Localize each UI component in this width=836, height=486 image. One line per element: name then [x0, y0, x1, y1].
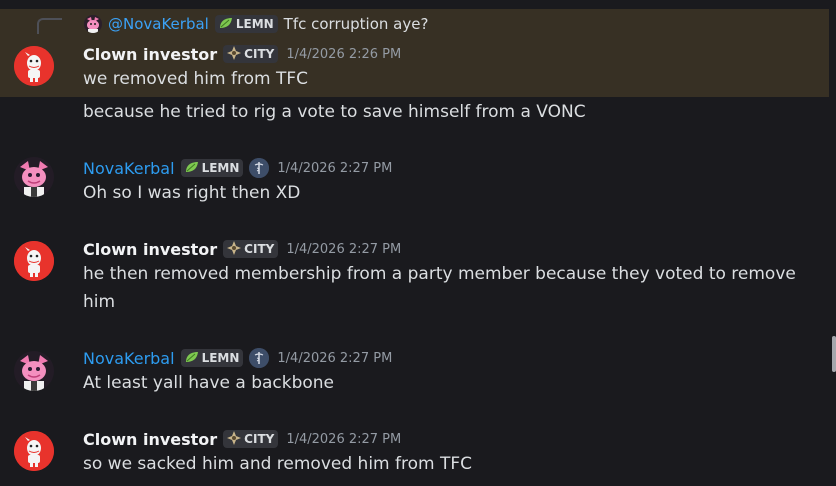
message-header: NovaKerbal LEMN 1/4/2026 2:27 PM [83, 346, 392, 370]
tag-label: CITY [244, 242, 275, 256]
reply-text[interactable]: Tfc corruption aye? [284, 15, 429, 33]
avatar[interactable] [14, 431, 54, 471]
compass-icon [227, 240, 242, 258]
city-tag[interactable]: CITY [223, 240, 279, 258]
caduceus-icon[interactable] [249, 348, 270, 368]
compass-icon [227, 430, 242, 448]
tag-label: LEMN [201, 161, 240, 175]
timestamp[interactable]: 1/4/2026 2:27 PM [277, 161, 392, 176]
reply-connector [37, 18, 62, 34]
avatar[interactable] [14, 46, 54, 86]
message-text: because he tried to rig a vote to save h… [83, 102, 586, 122]
leaf-icon [185, 161, 199, 176]
author-name[interactable]: Clown investor [83, 430, 217, 449]
message-text: he then removed membership from a party … [83, 264, 796, 284]
message-text: Oh so I was right then XD [83, 183, 301, 203]
avatar[interactable] [14, 157, 54, 197]
reply-preview[interactable]: @NovaKerbal LEMN Tfc corruption aye? [84, 13, 428, 35]
scrollbar-thumb[interactable] [832, 336, 836, 372]
lemn-tag[interactable]: LEMN [180, 159, 244, 177]
message-header: NovaKerbal LEMN 1/4/2026 2:27 PM [83, 156, 392, 180]
lemn-tag[interactable]: LEMN [180, 349, 244, 367]
tag-label: LEMN [201, 351, 240, 365]
timestamp[interactable]: 1/4/2026 2:27 PM [286, 242, 401, 257]
message-text: At least yall have a backbone [83, 373, 335, 393]
avatar[interactable] [14, 351, 54, 391]
message-text: we removed him from TFC [83, 69, 308, 89]
message-header: Clown investor CITY 1/4/2026 2:27 PM [83, 237, 401, 261]
city-tag[interactable]: CITY [223, 430, 279, 448]
lemn-tag[interactable]: LEMN [214, 15, 278, 33]
message-text: so we sacked him and removed him from TF… [83, 454, 472, 474]
tag-label: LEMN [235, 17, 274, 31]
message-header: Clown investor CITY 1/4/2026 2:27 PM [83, 427, 401, 451]
reply-author[interactable]: @NovaKerbal [108, 15, 209, 33]
author-name[interactable]: NovaKerbal [83, 159, 175, 178]
author-name[interactable]: NovaKerbal [83, 349, 175, 368]
timestamp[interactable]: 1/4/2026 2:27 PM [277, 351, 392, 366]
city-tag[interactable]: CITY [223, 45, 279, 63]
compass-icon [227, 45, 242, 63]
avatar[interactable] [14, 241, 54, 281]
reply-avatar[interactable] [84, 15, 102, 33]
message-header: Clown investor CITY 1/4/2026 2:26 PM [83, 42, 401, 66]
leaf-icon [219, 17, 233, 32]
caduceus-icon[interactable] [249, 158, 270, 178]
tag-label: CITY [244, 47, 275, 61]
leaf-icon [185, 351, 199, 366]
tag-label: CITY [244, 432, 275, 446]
author-name[interactable]: Clown investor [83, 240, 217, 259]
timestamp[interactable]: 1/4/2026 2:27 PM [286, 432, 401, 447]
chat-log: @NovaKerbal LEMN Tfc corruption aye? Clo… [0, 0, 836, 486]
message-text: him [83, 292, 116, 312]
author-name[interactable]: Clown investor [83, 45, 217, 64]
timestamp[interactable]: 1/4/2026 2:26 PM [286, 47, 401, 62]
